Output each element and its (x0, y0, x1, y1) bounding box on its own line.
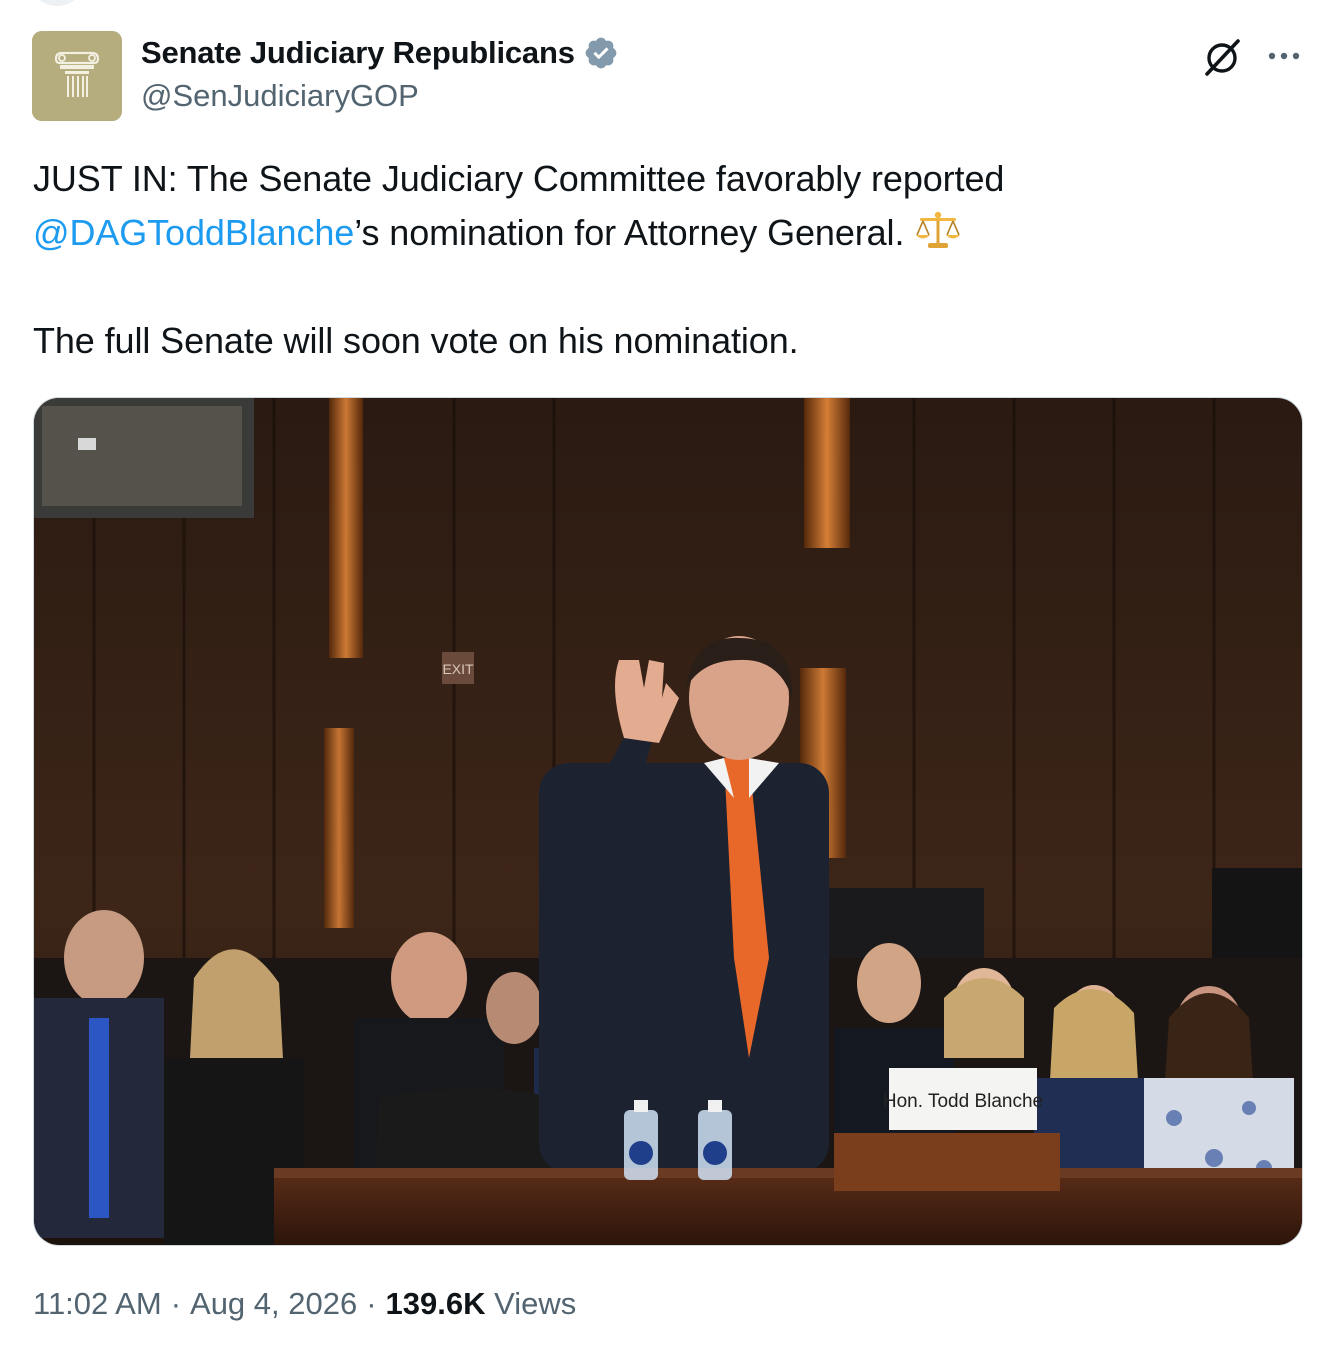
hearing-photo: EXIT Hon. Todd Blanche (34, 398, 1302, 1245)
tweet-time[interactable]: 11:02 AM (33, 1286, 162, 1321)
tweet-line-2-text: ’s nomination for Attorney General. (354, 212, 905, 253)
more-options-button[interactable] (1262, 36, 1306, 76)
author-handle[interactable]: @SenJudiciaryGOP (141, 78, 419, 114)
tweet-line-2: @DAGToddBlanche’s nomination for Attorne… (33, 206, 1303, 260)
author-name-row[interactable]: Senate Judiciary Republicans (141, 30, 619, 76)
views-label: Views (494, 1286, 577, 1321)
meta-separator-2: · (366, 1286, 377, 1321)
verified-badge-icon[interactable] (583, 35, 619, 71)
tweet-photo[interactable]: EXIT Hon. Todd Blanche (33, 397, 1303, 1246)
tweet-line-1: JUST IN: The Senate Judiciary Committee … (33, 158, 1005, 199)
mention-link[interactable]: @DAGToddBlanche (33, 212, 354, 253)
capitol-column-icon (32, 31, 122, 121)
scales-icon (916, 211, 961, 248)
previous-item-edge (34, 0, 80, 6)
tweet-meta: 11:02 AM · Aug 4, 2026 · 139.6K Views (33, 1286, 576, 1322)
grok-button[interactable] (1198, 33, 1246, 81)
tweet-date[interactable]: Aug 4, 2026 (190, 1286, 357, 1321)
views-count: 139.6K (385, 1286, 486, 1321)
tweet-text: JUST IN: The Senate Judiciary Committee … (33, 152, 1303, 368)
more-dots-icon (1268, 52, 1300, 60)
grok-icon (1205, 39, 1240, 76)
tweet-line-3: The full Senate will soon vote on his no… (33, 320, 799, 361)
meta-separator: · (170, 1286, 182, 1321)
avatar[interactable] (32, 31, 122, 121)
exit-sign: EXIT (442, 661, 474, 677)
author-display-name[interactable]: Senate Judiciary Republicans (141, 35, 575, 71)
nameplate-text: Hon. Todd Blanche (883, 1091, 1043, 1112)
